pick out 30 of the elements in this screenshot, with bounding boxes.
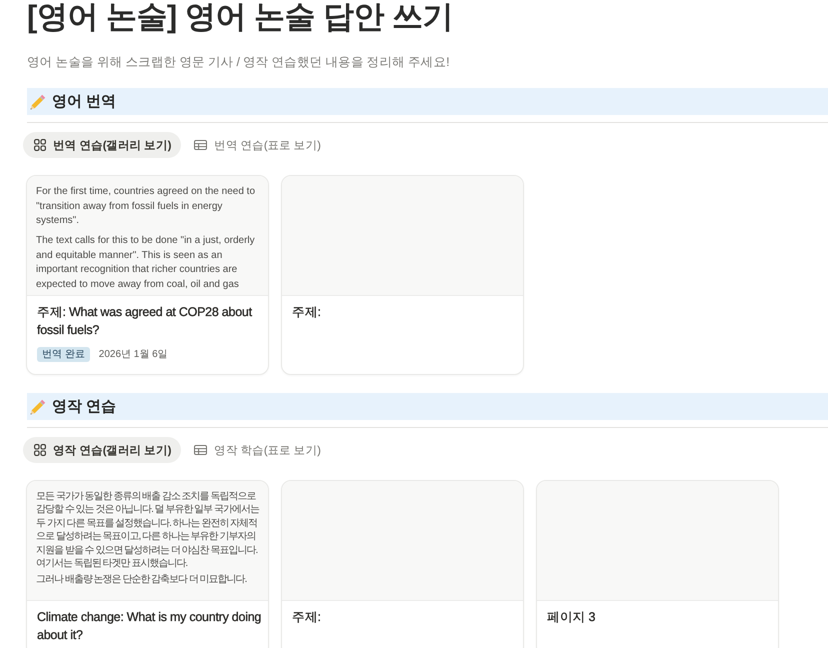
card-title: 주제: What was agreed at COP28 about fossil fuels? [37,304,253,339]
pencil-icon [30,94,46,110]
page-title: [영어 논술] 영어 논술 답안 쓰기 [27,0,454,36]
gallery-card[interactable]: 주제: [281,480,524,648]
table-icon [194,445,208,455]
preview-text: 그러나 배출량 논쟁은 단순한 감축보다 더 미묘합니다. [36,573,248,587]
preview-text: For the first time, countries agreed on the need to "transition away from fossil fuels in energy systems". [36,185,256,228]
card-title: Climate change: What is my country doing about it? [37,609,262,644]
view-tab[interactable]: 번역 연습(표로 보기) [183,132,331,158]
pencil-icon [30,398,46,414]
gallery-card[interactable]: 주제: [281,175,524,375]
table-icon [194,140,208,150]
view-tab[interactable]: 번역 연습(갤러리 보기) [23,132,182,158]
card-title: 주제: [292,609,322,626]
preview-text: 모든 국가가 동일한 종류의 배출 감소 조치를 독립적으로 감당할 수 있는 것은 아닙니다. 덜 부유한 일부 국가에서는 두 가지 다른 목표를 설정했습니다. 하나는 완전히 자체적으로 달성하려는 목표이고, 다른 하나는 부유한 기부자의 지원을 받을 수 있으면 달성하려는 더 야심찬 목표입니다. 여기서는 독립된 타겟만 표시했습니다. [36,490,259,570]
preview-text: The text calls for this to be done "in a just, orderly and equitable manner". This is seen as an important recognition that richer countries are expected to move away from coal, oil and gas [36,234,256,292]
card-title: 주제: [292,304,322,321]
grid-icon [34,139,46,151]
gallery-card[interactable]: 페이지 3 [536,480,779,648]
page-description: 영어 논술을 위해 스크랩한 영문 기사 / 영작 연습했던 내용을 정리해 주세요! [27,54,450,71]
grid-icon [34,444,46,456]
view-tab[interactable]: 영작 학습(표로 보기) [183,437,331,463]
date-text: 2026년 1월 6일 [98,348,168,362]
gallery-card[interactable] [26,175,269,375]
view-tab[interactable]: 영작 연습(갤러리 보기) [23,437,182,463]
section-heading: 영어 번역 [52,92,116,112]
card-title: 페이지 3 [547,609,596,626]
section-heading: 영작 연습 [52,396,116,416]
status-tag: 번역 완료 [37,347,90,362]
gallery-card[interactable] [26,480,269,648]
